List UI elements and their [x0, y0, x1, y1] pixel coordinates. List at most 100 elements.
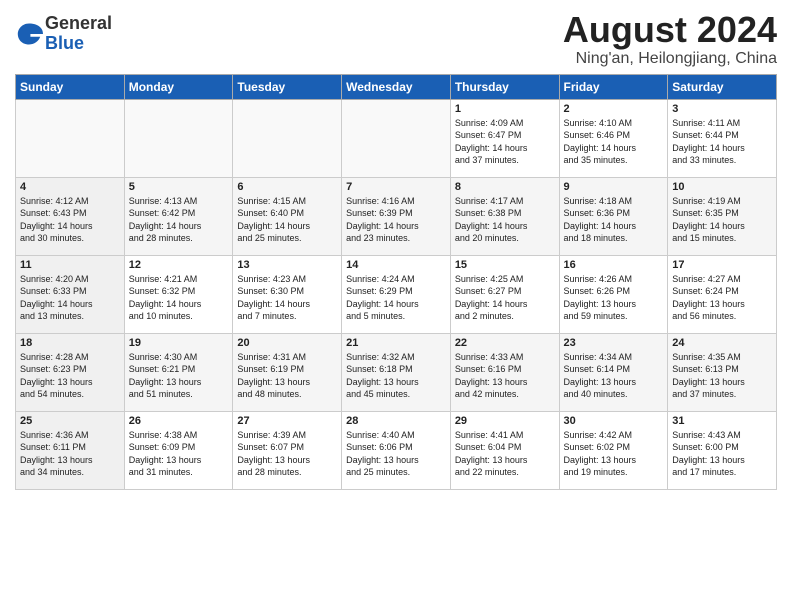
day-cell: 16 Sunrise: 4:26 AM Sunset: 6:26 PM Dayli… [559, 255, 668, 333]
day-cell: 8 Sunrise: 4:17 AM Sunset: 6:38 PM Daylig… [450, 177, 559, 255]
day-number: 4 [20, 181, 120, 193]
day-cell [124, 99, 233, 177]
day-number: 12 [129, 259, 229, 271]
day-number: 29 [455, 415, 555, 427]
day-cell: 25 Sunrise: 4:36 AM Sunset: 6:11 PM Dayli… [16, 411, 125, 489]
day-cell: 1 Sunrise: 4:09 AM Sunset: 6:47 PM Daylig… [450, 99, 559, 177]
day-number: 18 [20, 337, 120, 349]
month-title: August 2024 [563, 10, 777, 50]
logo-icon [15, 20, 43, 48]
day-info: Sunrise: 4:18 AM Sunset: 6:36 PM Dayligh… [564, 195, 664, 245]
day-info: Sunrise: 4:12 AM Sunset: 6:43 PM Dayligh… [20, 195, 120, 245]
column-header-tuesday: Tuesday [233, 74, 342, 99]
day-cell: 2Sunrise: 4:10 AM Sunset: 6:46 PM Daylig… [559, 99, 668, 177]
column-header-saturday: Saturday [668, 74, 777, 99]
day-info: Sunrise: 4:23 AM Sunset: 6:30 PM Dayligh… [237, 273, 337, 323]
day-info: Sunrise: 4:25 AM Sunset: 6:27 PM Dayligh… [455, 273, 555, 323]
column-header-friday: Friday [559, 74, 668, 99]
calendar-table: SundayMondayTuesdayWednesdayThursdayFrid… [15, 74, 777, 490]
day-info: Sunrise: 4:35 AM Sunset: 6:13 PM Dayligh… [672, 351, 772, 401]
day-info: Sunrise: 4:16 AM Sunset: 6:39 PM Dayligh… [346, 195, 446, 245]
day-number: 11 [20, 259, 120, 271]
day-cell: 22 Sunrise: 4:33 AM Sunset: 6:16 PM Dayli… [450, 333, 559, 411]
day-info: Sunrise: 4:40 AM Sunset: 6:06 PM Dayligh… [346, 429, 446, 479]
day-cell: 13Sunrise: 4:23 AM Sunset: 6:30 PM Dayli… [233, 255, 342, 333]
day-cell [342, 99, 451, 177]
column-header-wednesday: Wednesday [342, 74, 451, 99]
day-cell: 9 Sunrise: 4:18 AM Sunset: 6:36 PM Daylig… [559, 177, 668, 255]
day-info: Sunrise: 4:26 AM Sunset: 6:26 PM Dayligh… [564, 273, 664, 323]
day-number: 27 [237, 415, 337, 427]
day-number: 9 [564, 181, 664, 193]
day-info: Sunrise: 4:19 AM Sunset: 6:35 PM Dayligh… [672, 195, 772, 245]
day-cell: 26 Sunrise: 4:38 AM Sunset: 6:09 PM Dayli… [124, 411, 233, 489]
day-info: Sunrise: 4:42 AM Sunset: 6:02 PM Dayligh… [564, 429, 664, 479]
day-cell: 14 Sunrise: 4:24 AM Sunset: 6:29 PM Dayli… [342, 255, 451, 333]
week-row-5: 25 Sunrise: 4:36 AM Sunset: 6:11 PM Dayli… [16, 411, 777, 489]
day-cell: 30 Sunrise: 4:42 AM Sunset: 6:02 PM Dayli… [559, 411, 668, 489]
day-cell: 23Sunrise: 4:34 AM Sunset: 6:14 PM Dayli… [559, 333, 668, 411]
day-info: Sunrise: 4:17 AM Sunset: 6:38 PM Dayligh… [455, 195, 555, 245]
week-row-2: 4 Sunrise: 4:12 AM Sunset: 6:43 PM Daylig… [16, 177, 777, 255]
day-cell: 5 Sunrise: 4:13 AM Sunset: 6:42 PM Daylig… [124, 177, 233, 255]
day-info: Sunrise: 4:31 AM Sunset: 6:19 PM Dayligh… [237, 351, 337, 401]
column-header-sunday: Sunday [16, 74, 125, 99]
day-number: 14 [346, 259, 446, 271]
day-number: 8 [455, 181, 555, 193]
day-number: 10 [672, 181, 772, 193]
day-number: 1 [455, 103, 555, 115]
day-info: Sunrise: 4:43 AM Sunset: 6:00 PM Dayligh… [672, 429, 772, 479]
day-cell: 27Sunrise: 4:39 AM Sunset: 6:07 PM Dayli… [233, 411, 342, 489]
day-number: 25 [20, 415, 120, 427]
day-info: Sunrise: 4:10 AM Sunset: 6:46 PM Dayligh… [564, 117, 664, 167]
day-cell: 7 Sunrise: 4:16 AM Sunset: 6:39 PM Daylig… [342, 177, 451, 255]
day-cell: 11 Sunrise: 4:20 AM Sunset: 6:33 PM Dayli… [16, 255, 125, 333]
day-number: 7 [346, 181, 446, 193]
header-row: SundayMondayTuesdayWednesdayThursdayFrid… [16, 74, 777, 99]
logo: General Blue [15, 14, 112, 54]
day-number: 17 [672, 259, 772, 271]
day-cell: 29Sunrise: 4:41 AM Sunset: 6:04 PM Dayli… [450, 411, 559, 489]
day-info: Sunrise: 4:32 AM Sunset: 6:18 PM Dayligh… [346, 351, 446, 401]
week-row-4: 18Sunrise: 4:28 AM Sunset: 6:23 PM Dayli… [16, 333, 777, 411]
day-number: 16 [564, 259, 664, 271]
day-cell: 19Sunrise: 4:30 AM Sunset: 6:21 PM Dayli… [124, 333, 233, 411]
day-number: 15 [455, 259, 555, 271]
day-cell: 3Sunrise: 4:11 AM Sunset: 6:44 PM Daylig… [668, 99, 777, 177]
title-block: August 2024 Ning'an, Heilongjiang, China [563, 10, 777, 68]
day-cell: 17 Sunrise: 4:27 AM Sunset: 6:24 PM Dayli… [668, 255, 777, 333]
day-info: Sunrise: 4:38 AM Sunset: 6:09 PM Dayligh… [129, 429, 229, 479]
day-info: Sunrise: 4:36 AM Sunset: 6:11 PM Dayligh… [20, 429, 120, 479]
day-info: Sunrise: 4:27 AM Sunset: 6:24 PM Dayligh… [672, 273, 772, 323]
day-cell: 20 Sunrise: 4:31 AM Sunset: 6:19 PM Dayli… [233, 333, 342, 411]
day-info: Sunrise: 4:13 AM Sunset: 6:42 PM Dayligh… [129, 195, 229, 245]
day-cell: 28 Sunrise: 4:40 AM Sunset: 6:06 PM Dayli… [342, 411, 451, 489]
column-header-thursday: Thursday [450, 74, 559, 99]
day-info: Sunrise: 4:20 AM Sunset: 6:33 PM Dayligh… [20, 273, 120, 323]
day-cell: 18Sunrise: 4:28 AM Sunset: 6:23 PM Dayli… [16, 333, 125, 411]
day-number: 22 [455, 337, 555, 349]
day-cell: 15 Sunrise: 4:25 AM Sunset: 6:27 PM Dayli… [450, 255, 559, 333]
day-number: 30 [564, 415, 664, 427]
day-info: Sunrise: 4:09 AM Sunset: 6:47 PM Dayligh… [455, 117, 555, 167]
day-number: 31 [672, 415, 772, 427]
day-number: 26 [129, 415, 229, 427]
day-cell [233, 99, 342, 177]
location: Ning'an, Heilongjiang, China [563, 50, 777, 68]
day-info: Sunrise: 4:30 AM Sunset: 6:21 PM Dayligh… [129, 351, 229, 401]
logo-text: General Blue [45, 14, 112, 54]
column-header-monday: Monday [124, 74, 233, 99]
day-number: 20 [237, 337, 337, 349]
day-cell [16, 99, 125, 177]
day-cell: 6Sunrise: 4:15 AM Sunset: 6:40 PM Daylig… [233, 177, 342, 255]
day-cell: 10 Sunrise: 4:19 AM Sunset: 6:35 PM Dayli… [668, 177, 777, 255]
day-number: 28 [346, 415, 446, 427]
day-info: Sunrise: 4:33 AM Sunset: 6:16 PM Dayligh… [455, 351, 555, 401]
day-cell: 4 Sunrise: 4:12 AM Sunset: 6:43 PM Daylig… [16, 177, 125, 255]
week-row-3: 11 Sunrise: 4:20 AM Sunset: 6:33 PM Dayli… [16, 255, 777, 333]
day-info: Sunrise: 4:24 AM Sunset: 6:29 PM Dayligh… [346, 273, 446, 323]
page-container: General Blue August 2024 Ning'an, Heilon… [0, 0, 792, 500]
day-cell: 12Sunrise: 4:21 AM Sunset: 6:32 PM Dayli… [124, 255, 233, 333]
day-cell: 31 Sunrise: 4:43 AM Sunset: 6:00 PM Dayli… [668, 411, 777, 489]
day-number: 5 [129, 181, 229, 193]
